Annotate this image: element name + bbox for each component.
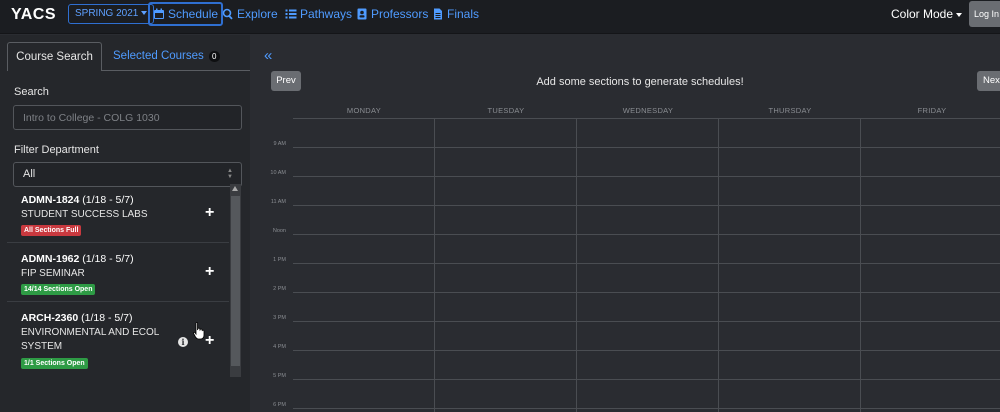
grid-divider bbox=[718, 118, 719, 412]
contact-card-icon bbox=[357, 8, 367, 20]
calendar-icon bbox=[154, 8, 164, 19]
day-header-friday: Friday bbox=[917, 106, 947, 115]
nav-pathways[interactable]: Pathways bbox=[282, 2, 355, 26]
tab-divider bbox=[102, 70, 250, 71]
grid-line bbox=[293, 205, 1000, 206]
nav-professors[interactable]: Professors bbox=[353, 2, 431, 26]
nav-schedule[interactable]: Schedule bbox=[148, 2, 224, 26]
course-code-line: ADMN-1824 (1/18 - 5/7) bbox=[21, 194, 134, 206]
grid-line bbox=[293, 292, 1000, 293]
caret-down-icon bbox=[956, 12, 963, 17]
course-code-line: ADMN-1962 (1/18 - 5/7) bbox=[21, 253, 134, 265]
semester-dropdown[interactable]: SPRING 2021 bbox=[68, 4, 155, 24]
grid-line bbox=[293, 234, 1000, 235]
login-button[interactable]: Log In bbox=[969, 1, 1000, 27]
time-label: 5 PM bbox=[273, 373, 286, 379]
nav-finals[interactable]: Finals bbox=[429, 2, 482, 26]
scroll-thumb[interactable] bbox=[231, 196, 240, 366]
course-code-line: ARCH-2360 (1/18 - 5/7) bbox=[21, 312, 132, 324]
course-code: ARCH-2360 bbox=[21, 312, 79, 324]
hand-cursor-icon bbox=[193, 322, 205, 340]
add-course-plus-icon[interactable]: + bbox=[205, 264, 214, 280]
nav-professors-label: Professors bbox=[371, 7, 429, 21]
grid-line bbox=[293, 321, 1000, 322]
grid-line bbox=[293, 176, 1000, 177]
day-header-tuesday: Tuesday bbox=[487, 106, 525, 115]
day-header-monday: Monday bbox=[346, 106, 382, 115]
color-mode-dropdown[interactable]: Color Mode bbox=[891, 7, 963, 21]
grid-line bbox=[293, 263, 1000, 264]
department-select-value: All bbox=[23, 168, 36, 180]
course-dates: (1/18 - 5/7) bbox=[82, 253, 134, 265]
scroll-up-arrow-icon[interactable] bbox=[232, 186, 238, 191]
add-course-plus-icon[interactable]: + bbox=[205, 205, 214, 221]
day-header-thursday: Thursday bbox=[768, 106, 812, 115]
course-list: ADMN-1824 (1/18 - 5/7) STUDENT SUCCESS L… bbox=[7, 184, 229, 377]
top-navbar: YACS SPRING 2021 Schedule Explore Pathwa… bbox=[0, 0, 1000, 34]
schedule-message: Add some sections to generate schedules! bbox=[536, 76, 744, 88]
document-icon bbox=[434, 8, 442, 20]
course-list-scrollbar[interactable] bbox=[230, 184, 241, 377]
grid-line bbox=[293, 379, 1000, 380]
grid-line bbox=[293, 408, 1000, 409]
status-badge: All Sections Full bbox=[21, 225, 82, 236]
nav-explore[interactable]: Explore bbox=[219, 2, 281, 26]
time-label: 1 PM bbox=[273, 257, 286, 263]
schedule-grid bbox=[293, 118, 1000, 412]
tab-selected-label: Selected Courses bbox=[113, 50, 204, 62]
status-badge: 14/14 Sections Open bbox=[21, 284, 96, 295]
grid-line bbox=[293, 350, 1000, 351]
time-label: 9 AM bbox=[273, 141, 286, 147]
prev-button[interactable]: Prev bbox=[271, 71, 301, 91]
course-code: ADMN-1824 bbox=[21, 194, 80, 206]
brand-logo[interactable]: YACS bbox=[11, 6, 56, 24]
tab-selected-courses[interactable]: Selected Courses 0 bbox=[113, 50, 220, 62]
grid-line bbox=[293, 118, 1000, 119]
nav-finals-label: Finals bbox=[447, 7, 480, 21]
grid-divider bbox=[434, 118, 435, 412]
next-button[interactable]: Next bbox=[977, 71, 1000, 91]
filter-department-label: Filter Department bbox=[14, 144, 99, 156]
time-label: 3 PM bbox=[273, 315, 286, 321]
search-label: Search bbox=[14, 86, 49, 98]
time-label: 2 PM bbox=[273, 286, 286, 292]
selected-count-badge: 0 bbox=[208, 50, 220, 62]
tab-course-search[interactable]: Course Search bbox=[7, 42, 102, 71]
search-input[interactable] bbox=[13, 105, 242, 130]
nav-explore-label: Explore bbox=[237, 7, 278, 21]
course-code: ADMN-1962 bbox=[21, 253, 80, 265]
info-icon[interactable]: i bbox=[178, 337, 188, 347]
course-item[interactable]: ADMN-1962 (1/18 - 5/7) FIP SEMINAR 14/14… bbox=[7, 243, 229, 302]
caret-down-icon bbox=[141, 11, 148, 16]
course-dates: (1/18 - 5/7) bbox=[82, 194, 134, 206]
grid-divider bbox=[860, 118, 861, 412]
course-name: FIP SEMINAR bbox=[21, 268, 85, 279]
semester-label: SPRING 2021 bbox=[75, 8, 139, 19]
course-name: ENVIRONMENTAL AND ECOL SYSTEM bbox=[21, 327, 159, 352]
search-icon bbox=[222, 8, 233, 20]
time-label: Noon bbox=[272, 228, 286, 234]
course-dates: (1/18 - 5/7) bbox=[81, 312, 133, 324]
time-label: 6 PM bbox=[273, 402, 286, 408]
day-header-wednesday: Wednesday bbox=[622, 106, 674, 115]
nav-pathways-label: Pathways bbox=[300, 7, 353, 21]
status-badge: 1/1 Sections Open bbox=[21, 358, 88, 369]
select-arrows-icon: ▲ ▼ bbox=[227, 168, 233, 180]
collapse-sidebar-icon[interactable]: « bbox=[264, 47, 273, 64]
time-label: 11 AM bbox=[270, 199, 286, 205]
time-label: 10 AM bbox=[270, 170, 286, 176]
course-name: STUDENT SUCCESS LABS bbox=[21, 209, 148, 220]
grid-divider bbox=[576, 118, 577, 412]
course-item[interactable]: ADMN-1824 (1/18 - 5/7) STUDENT SUCCESS L… bbox=[7, 184, 229, 243]
grid-line bbox=[293, 147, 1000, 148]
list-icon bbox=[285, 9, 297, 19]
color-mode-label: Color Mode bbox=[891, 7, 954, 21]
add-course-plus-icon[interactable]: + bbox=[205, 333, 214, 349]
time-label: 4 PM bbox=[273, 344, 286, 350]
nav-schedule-label: Schedule bbox=[168, 7, 219, 21]
